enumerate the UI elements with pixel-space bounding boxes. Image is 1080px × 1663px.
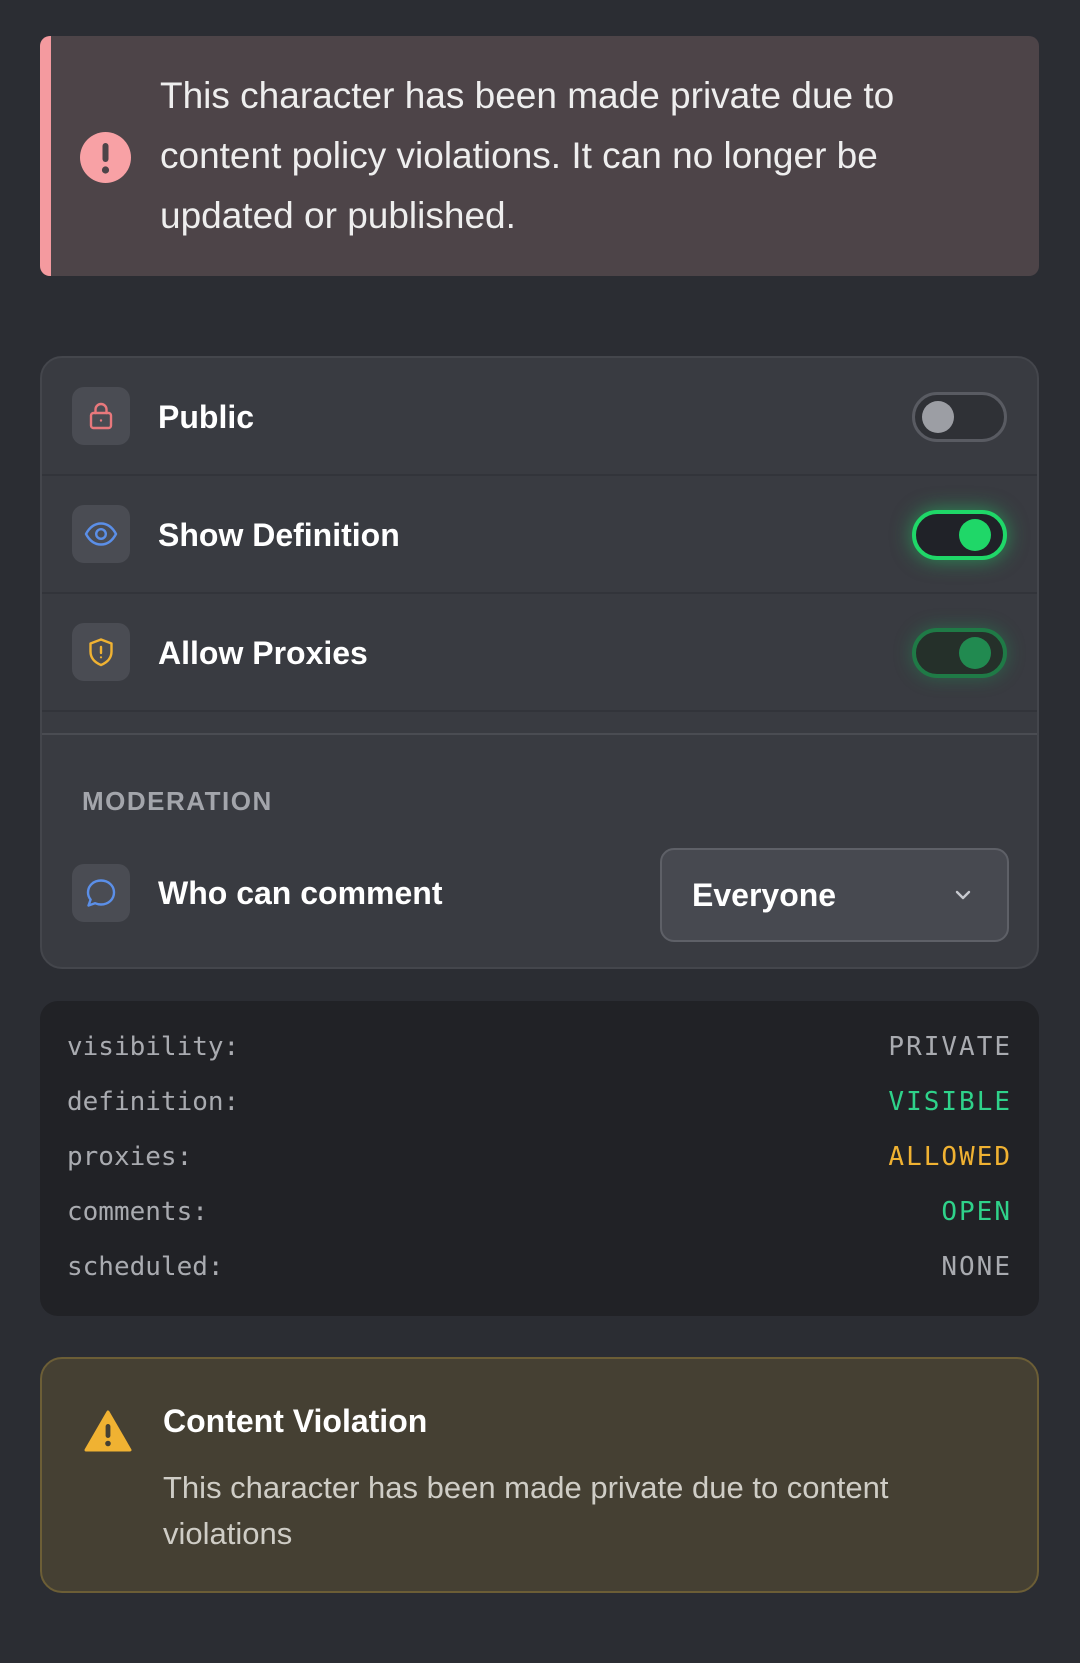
violation-message: This character has been made private due…	[163, 1470, 889, 1551]
setting-row-allow-proxies: Allow Proxies	[42, 594, 1037, 712]
status-summary-panel: visibility: PRIVATE definition: VISIBLE …	[40, 1001, 1039, 1316]
visibility-settings-card: Public Show Definition Allow Proxies MOD…	[40, 356, 1039, 969]
public-toggle[interactable]	[912, 392, 1007, 442]
toggle-knob	[922, 401, 954, 433]
show-definition-toggle[interactable]	[912, 510, 1007, 560]
status-value: NONE	[941, 1252, 1012, 1282]
policy-alert: This character has been made private due…	[40, 36, 1039, 276]
status-key: scheduled:	[67, 1252, 224, 1282]
exclamation-circle-icon	[80, 132, 131, 183]
status-value: VISIBLE	[888, 1087, 1012, 1117]
alert-message: This character has been made private due…	[160, 75, 895, 236]
status-key: definition:	[67, 1087, 240, 1117]
setting-row-who-can-comment: Who can comment Everyone	[42, 838, 1037, 948]
status-value: PRIVATE	[888, 1032, 1012, 1062]
status-row-proxies: proxies: ALLOWED	[67, 1130, 1012, 1185]
setting-label-public: Public	[158, 399, 255, 435]
setting-label-show-definition: Show Definition	[158, 517, 400, 553]
status-row-definition: definition: VISIBLE	[67, 1075, 1012, 1130]
content-violation-card: Content Violation This character has bee…	[40, 1357, 1039, 1593]
lock-icon	[72, 387, 130, 445]
status-value: ALLOWED	[888, 1142, 1012, 1172]
violation-title: Content Violation	[163, 1403, 428, 1439]
toggle-knob	[959, 519, 991, 551]
setting-label-who-can-comment: Who can comment	[158, 875, 443, 911]
setting-label-allow-proxies: Allow Proxies	[158, 635, 368, 671]
alert-accent-bar	[40, 36, 51, 276]
message-circle-icon	[72, 864, 130, 922]
status-row-comments: comments: OPEN	[67, 1185, 1012, 1240]
setting-row-public: Public	[42, 358, 1037, 476]
status-row-visibility: visibility: PRIVATE	[67, 1020, 1012, 1075]
setting-row-show-definition: Show Definition	[42, 476, 1037, 594]
status-row-scheduled: scheduled: NONE	[67, 1240, 1012, 1295]
chevron-down-icon	[955, 890, 971, 900]
warning-triangle-icon	[84, 1410, 132, 1452]
eye-icon	[72, 505, 130, 563]
status-value: OPEN	[941, 1197, 1012, 1227]
comment-permission-select[interactable]: Everyone	[660, 848, 1009, 942]
status-key: proxies:	[67, 1142, 193, 1172]
moderation-section-title: MODERATION	[82, 786, 273, 816]
status-key: comments:	[67, 1197, 208, 1227]
status-key: visibility:	[67, 1032, 240, 1062]
allow-proxies-toggle[interactable]	[912, 628, 1007, 678]
shield-alert-icon	[72, 623, 130, 681]
select-value: Everyone	[692, 877, 837, 913]
section-divider	[42, 733, 1037, 735]
toggle-knob	[959, 637, 991, 669]
